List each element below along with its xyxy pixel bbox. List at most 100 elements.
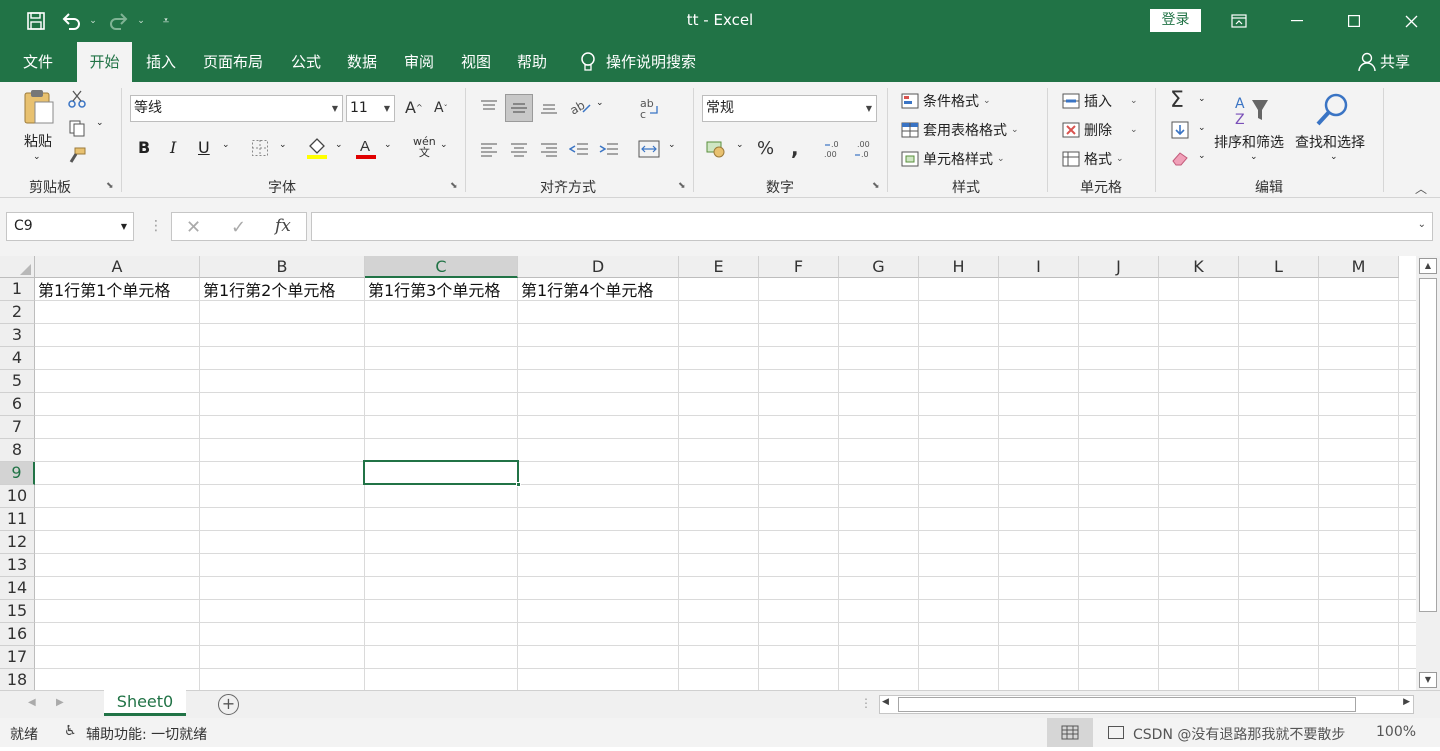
increase-decimal-icon[interactable]: .0.00 [822,138,846,160]
fill-color-icon[interactable] [305,136,329,160]
autosum-icon[interactable]: Σ [1170,88,1184,113]
column-header-h[interactable]: H [919,256,999,278]
align-bottom-icon[interactable] [538,96,560,118]
underline-button[interactable]: U [198,138,210,157]
row-header-11[interactable]: 11 [0,508,35,531]
collapse-ribbon-icon[interactable]: ︿ [1415,180,1427,197]
horizontal-scrollbar[interactable]: ◀ ▶ [879,695,1414,714]
vertical-scroll-thumb[interactable] [1419,278,1437,612]
scroll-right-icon[interactable]: ▶ [1403,697,1410,707]
sheet-tab-sheet0[interactable]: Sheet0 [104,690,186,716]
name-box[interactable]: C9 ▼ [6,212,134,241]
tab-split-grip-icon[interactable]: ⋮ [860,696,872,710]
format-cells-button[interactable]: 格式 ⌄ [1062,148,1124,170]
person-icon[interactable] [1356,42,1378,82]
italic-button[interactable]: I [170,138,176,157]
decrease-font-icon[interactable]: Aˇ [434,100,448,116]
tab-insert[interactable]: 插入 [138,42,184,82]
row-header-4[interactable]: 4 [0,347,35,370]
column-header-j[interactable]: J [1079,256,1159,278]
tab-page-layout[interactable]: 页面布局 [195,42,271,82]
horizontal-scroll-thumb[interactable] [898,697,1356,712]
fill-down-icon[interactable] [1170,120,1190,140]
wrap-text-icon[interactable]: ab c [637,96,661,120]
add-sheet-icon[interactable]: + [218,694,239,715]
close-icon[interactable] [1382,0,1440,42]
column-header-l[interactable]: L [1239,256,1319,278]
tab-data[interactable]: 数据 [339,42,385,82]
tab-view[interactable]: 视图 [453,42,499,82]
phonetic-icon[interactable]: wén 文 [413,136,436,158]
scroll-left-icon[interactable]: ◀ [882,697,889,707]
increase-font-icon[interactable]: A ^ [405,98,423,117]
row-header-14[interactable]: 14 [0,577,35,600]
cut-icon[interactable] [67,89,87,109]
copy-dropdown-icon[interactable]: ⌄ [96,118,104,128]
column-header-k[interactable]: K [1159,256,1239,278]
copy-icon[interactable] [67,118,87,138]
clipboard-launcher-icon[interactable]: ⬊ [106,181,116,191]
increase-indent-icon[interactable] [598,138,620,160]
delete-cells-button[interactable]: 删除 ⌄ [1062,119,1138,141]
tab-help[interactable]: 帮助 [509,42,555,82]
number-launcher-icon[interactable]: ⬊ [872,181,882,191]
maximize-icon[interactable] [1325,0,1383,42]
row-header-18[interactable]: 18 [0,669,35,690]
column-header-c[interactable]: C [365,256,518,278]
number-format-select[interactable]: 常规 ▼ [702,95,877,122]
cell-a1[interactable]: 第1行第1个单元格 [35,279,199,301]
find-select-icon[interactable] [1312,90,1352,130]
row-header-7[interactable]: 7 [0,416,35,439]
row-header-10[interactable]: 10 [0,485,35,508]
font-size-select[interactable]: 11 ▼ [346,95,395,122]
next-sheet-icon[interactable]: ▶ [56,697,64,708]
ribbon-display-icon[interactable] [1210,0,1268,42]
column-header-g[interactable]: G [839,256,919,278]
merge-dropdown-icon[interactable]: ⌄ [668,140,676,150]
phonetic-dropdown-icon[interactable]: ⌄ [440,140,448,150]
align-right-icon[interactable] [538,138,560,160]
bold-button[interactable]: B [138,138,150,157]
tell-me-search[interactable]: 操作说明搜索 [606,42,708,82]
align-left-icon[interactable] [478,138,500,160]
scroll-down-icon[interactable]: ▼ [1419,672,1437,688]
find-select-button[interactable]: 查找和选择 [1295,132,1365,152]
find-select-dropdown-icon[interactable]: ⌄ [1330,152,1338,162]
percent-icon[interactable]: % [757,138,774,159]
accessibility-icon[interactable]: ♿ [64,723,77,739]
font-name-select[interactable]: 等线 ▼ [130,95,343,122]
share-button[interactable]: 共享 [1380,42,1414,82]
autosum-dropdown-icon[interactable]: ⌄ [1198,94,1206,104]
prev-sheet-icon[interactable]: ◀ [28,697,36,708]
login-button[interactable]: 登录 [1150,9,1201,32]
formula-input[interactable]: ⌄ [311,212,1433,241]
worksheet-grid[interactable]: ABCDEFGHIJKLM 1 2 3 4 5 6 7 8 9 10 11 12 13 14 15 16 17 1… [0,256,1416,690]
paste-button[interactable]: 粘贴 [20,131,56,151]
align-middle-icon[interactable] [505,94,533,122]
accounting-dropdown-icon[interactable]: ⌄ [736,140,744,150]
row-header-15[interactable]: 15 [0,600,35,623]
format-as-table-button[interactable]: 套用表格格式 ⌄ [901,119,1019,141]
border-icon[interactable] [250,138,270,158]
conditional-formatting-button[interactable]: 条件格式 ⌄ [901,90,991,112]
insert-cells-button[interactable]: 插入 ⌄ [1062,90,1138,112]
normal-view-icon[interactable] [1047,718,1093,747]
row-header-1[interactable]: 1 [0,278,35,301]
cell-c1[interactable]: 第1行第3个单元格 [365,279,517,301]
insert-function-icon[interactable]: fx [275,216,291,236]
font-color-dropdown-icon[interactable]: ⌄ [384,140,392,150]
fill-color-dropdown-icon[interactable]: ⌄ [335,140,343,150]
cancel-icon[interactable]: ✕ [186,217,201,238]
zoom-level[interactable]: 100% [1376,724,1416,740]
orientation-icon[interactable]: ab [568,96,592,118]
enter-icon[interactable]: ✓ [231,217,246,238]
tab-home[interactable]: 开始 [77,42,132,82]
font-launcher-icon[interactable]: ⬊ [450,181,460,191]
cell-b1[interactable]: 第1行第2个单元格 [200,279,364,301]
expand-formula-icon[interactable]: ⌄ [1418,219,1426,230]
cell-d1[interactable]: 第1行第4个单元格 [518,279,678,301]
column-header-a[interactable]: A [35,256,200,278]
vertical-scrollbar[interactable]: ▲ ▼ [1416,256,1440,690]
border-dropdown-icon[interactable]: ⌄ [279,140,287,150]
row-header-2[interactable]: 2 [0,301,35,324]
